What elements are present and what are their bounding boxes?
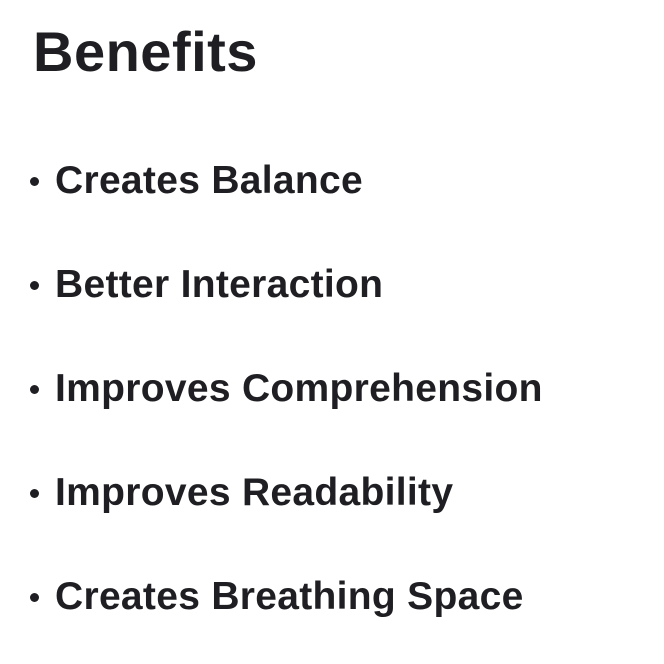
bullet-icon	[30, 280, 39, 290]
bullet-icon	[30, 488, 39, 498]
benefit-label: Improves Readability	[55, 471, 454, 514]
list-item: Creates Balance	[30, 152, 660, 210]
benefit-label: Creates Balance	[55, 159, 364, 202]
list-item: Creates Breathing Space	[30, 568, 660, 626]
benefit-label: Creates Breathing Space	[55, 575, 524, 618]
bullet-icon	[30, 176, 39, 186]
benefits-list: Creates Balance Better Interaction Impro…	[30, 152, 660, 664]
list-item: Improves Readability	[30, 464, 660, 522]
bullet-icon	[30, 592, 39, 602]
benefit-label: Improves Comprehension	[55, 367, 543, 410]
benefit-label: Better Interaction	[55, 263, 384, 306]
list-item: Better Interaction	[30, 256, 660, 314]
list-item: Improves Comprehension	[30, 360, 660, 418]
page-title: Benefits	[33, 20, 258, 83]
benefits-slide: Benefits Creates Balance Better Interact…	[0, 0, 664, 664]
bullet-icon	[30, 384, 39, 394]
